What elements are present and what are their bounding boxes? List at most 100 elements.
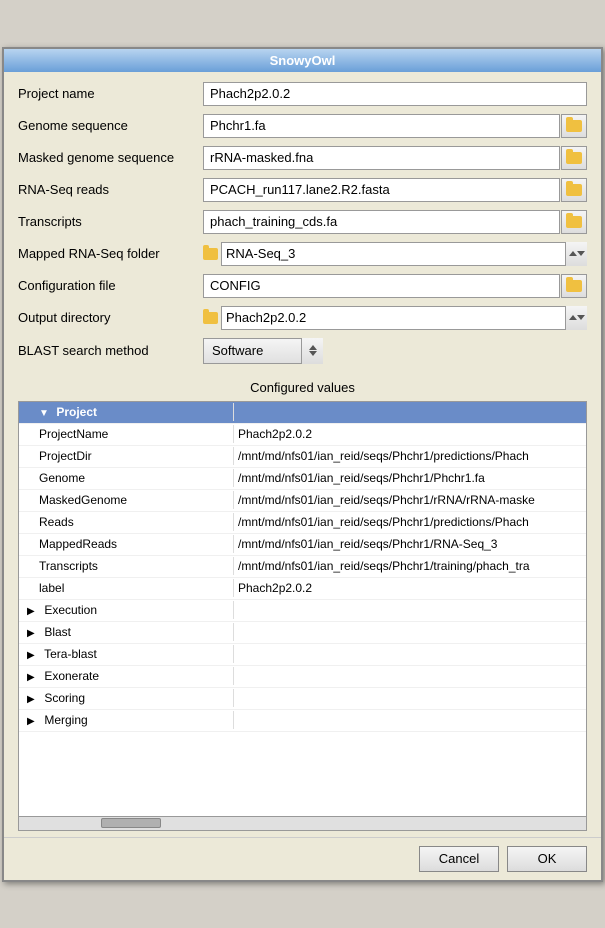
blast-method-select[interactable]: Software	[203, 338, 323, 364]
config-file-row: Configuration file	[18, 274, 587, 298]
mapped-folder-select-wrap	[203, 242, 587, 266]
tera-blast-group-row[interactable]: ▶ Tera-blast	[19, 644, 586, 666]
ok-button[interactable]: OK	[507, 846, 587, 872]
tree-content[interactable]: ▼ Project ProjectName Phach2p2.0.2 Proje…	[19, 402, 586, 816]
tree-cell-key: Reads	[19, 513, 234, 531]
tree-row[interactable]: label Phach2p2.0.2	[19, 578, 586, 600]
project-collapse-arrow: ▼	[39, 408, 51, 419]
browse-folder-icon	[566, 184, 582, 196]
blast-group-key: ▶ Blast	[19, 623, 234, 641]
config-file-input-wrap	[203, 274, 587, 298]
exonerate-group-key: ▶ Exonerate	[19, 667, 234, 685]
mapped-folder-combo[interactable]	[221, 242, 587, 266]
cancel-button[interactable]: Cancel	[419, 846, 499, 872]
execution-group-val	[234, 608, 586, 612]
exonerate-expand-arrow: ▶	[27, 672, 39, 683]
output-dir-select-wrap	[203, 306, 587, 330]
tree-cell-key: ProjectName	[19, 425, 234, 443]
project-group-val	[234, 410, 586, 414]
blast-group-row[interactable]: ▶ Blast	[19, 622, 586, 644]
output-dir-label: Output directory	[18, 310, 203, 325]
horizontal-scrollbar[interactable]	[19, 816, 586, 830]
project-name-label: Project name	[18, 86, 203, 101]
tera-blast-group-val	[234, 652, 586, 656]
config-file-input[interactable]	[203, 274, 560, 298]
tree-cell-val: Phach2p2.0.2	[234, 579, 586, 597]
merging-group-row[interactable]: ▶ Merging	[19, 710, 586, 732]
blast-method-select-wrap: Software	[203, 338, 323, 364]
tree-row[interactable]: Reads /mnt/md/nfs01/ian_reid/seqs/Phchr1…	[19, 512, 586, 534]
merging-group-key: ▶ Merging	[19, 711, 234, 729]
scoring-expand-arrow: ▶	[27, 694, 39, 705]
mapped-folder-label: Mapped RNA-Seq folder	[18, 246, 203, 261]
genome-sequence-input-wrap	[203, 114, 587, 138]
tree-cell-val: Phach2p2.0.2	[234, 425, 586, 443]
masked-genome-input-wrap	[203, 146, 587, 170]
tree-row[interactable]: Genome /mnt/md/nfs01/ian_reid/seqs/Phchr…	[19, 468, 586, 490]
browse-folder-icon	[566, 152, 582, 164]
form-area: Project name Genome sequence Masked geno…	[4, 72, 601, 378]
rnaseq-reads-input[interactable]	[203, 178, 560, 202]
project-group-key: ▼ Project	[19, 403, 234, 421]
tree-cell-val: /mnt/md/nfs01/ian_reid/seqs/Phchr1/train…	[234, 557, 586, 575]
transcripts-row: Transcripts	[18, 210, 587, 234]
tree-row[interactable]: ProjectName Phach2p2.0.2	[19, 424, 586, 446]
project-group-row[interactable]: ▼ Project	[19, 402, 586, 424]
transcripts-label: Transcripts	[18, 214, 203, 229]
tree-area: ▼ Project ProjectName Phach2p2.0.2 Proje…	[18, 401, 587, 831]
scoring-group-val	[234, 696, 586, 700]
window-title: SnowyOwl	[270, 53, 336, 68]
merging-expand-arrow: ▶	[27, 716, 39, 727]
exonerate-group-row[interactable]: ▶ Exonerate	[19, 666, 586, 688]
main-window: SnowyOwl Project name Genome sequence Ma…	[2, 47, 603, 882]
transcripts-input[interactable]	[203, 210, 560, 234]
tree-cell-key: label	[19, 579, 234, 597]
output-dir-combo[interactable]	[221, 306, 587, 330]
tree-row[interactable]: MaskedGenome /mnt/md/nfs01/ian_reid/seqs…	[19, 490, 586, 512]
exonerate-group-val	[234, 674, 586, 678]
project-name-input-wrap	[203, 82, 587, 106]
tree-cell-val: /mnt/md/nfs01/ian_reid/seqs/Phchr1/Phchr…	[234, 469, 586, 487]
blast-expand-arrow: ▶	[27, 628, 39, 639]
tree-cell-key: Transcripts	[19, 557, 234, 575]
masked-genome-browse-btn[interactable]	[561, 146, 587, 170]
genome-sequence-row: Genome sequence	[18, 114, 587, 138]
masked-genome-input[interactable]	[203, 146, 560, 170]
tree-row[interactable]: Transcripts /mnt/md/nfs01/ian_reid/seqs/…	[19, 556, 586, 578]
output-dir-input-wrap	[203, 306, 587, 330]
tree-cell-val: /mnt/md/nfs01/ian_reid/seqs/Phchr1/predi…	[234, 513, 586, 531]
browse-folder-icon	[566, 216, 582, 228]
execution-group-row[interactable]: ▶ Execution	[19, 600, 586, 622]
config-file-label: Configuration file	[18, 278, 203, 293]
genome-sequence-input[interactable]	[203, 114, 560, 138]
tera-blast-expand-arrow: ▶	[27, 650, 39, 661]
project-name-input[interactable]	[203, 82, 587, 106]
title-bar: SnowyOwl	[4, 49, 601, 72]
output-dir-row: Output directory	[18, 306, 587, 330]
tree-cell-val: /mnt/md/nfs01/ian_reid/seqs/Phchr1/rRNA/…	[234, 491, 586, 509]
transcripts-browse-btn[interactable]	[561, 210, 587, 234]
rnaseq-reads-browse-btn[interactable]	[561, 178, 587, 202]
tree-cell-key: MappedReads	[19, 535, 234, 553]
tree-row[interactable]: MappedReads /mnt/md/nfs01/ian_reid/seqs/…	[19, 534, 586, 556]
genome-sequence-label: Genome sequence	[18, 118, 203, 133]
tree-cell-val: /mnt/md/nfs01/ian_reid/seqs/Phchr1/RNA-S…	[234, 535, 586, 553]
config-file-browse-btn[interactable]	[561, 274, 587, 298]
masked-genome-label: Masked genome sequence	[18, 150, 203, 165]
scoring-group-row[interactable]: ▶ Scoring	[19, 688, 586, 710]
tree-cell-val: /mnt/md/nfs01/ian_reid/seqs/Phchr1/predi…	[234, 447, 586, 465]
genome-sequence-browse-btn[interactable]	[561, 114, 587, 138]
mapped-folder-folder-icon	[203, 248, 218, 260]
output-dir-folder-icon	[203, 312, 218, 324]
tree-cell-key: ProjectDir	[19, 447, 234, 465]
mapped-folder-input-wrap	[203, 242, 587, 266]
rnaseq-reads-row: RNA-Seq reads	[18, 178, 587, 202]
rnaseq-reads-input-wrap	[203, 178, 587, 202]
tree-cell-key: Genome	[19, 469, 234, 487]
project-name-row: Project name	[18, 82, 587, 106]
horizontal-scroll-thumb[interactable]	[101, 818, 161, 828]
execution-expand-arrow: ▶	[27, 606, 39, 617]
tree-row[interactable]: ProjectDir /mnt/md/nfs01/ian_reid/seqs/P…	[19, 446, 586, 468]
masked-genome-row: Masked genome sequence	[18, 146, 587, 170]
bottom-bar: Cancel OK	[4, 837, 601, 880]
